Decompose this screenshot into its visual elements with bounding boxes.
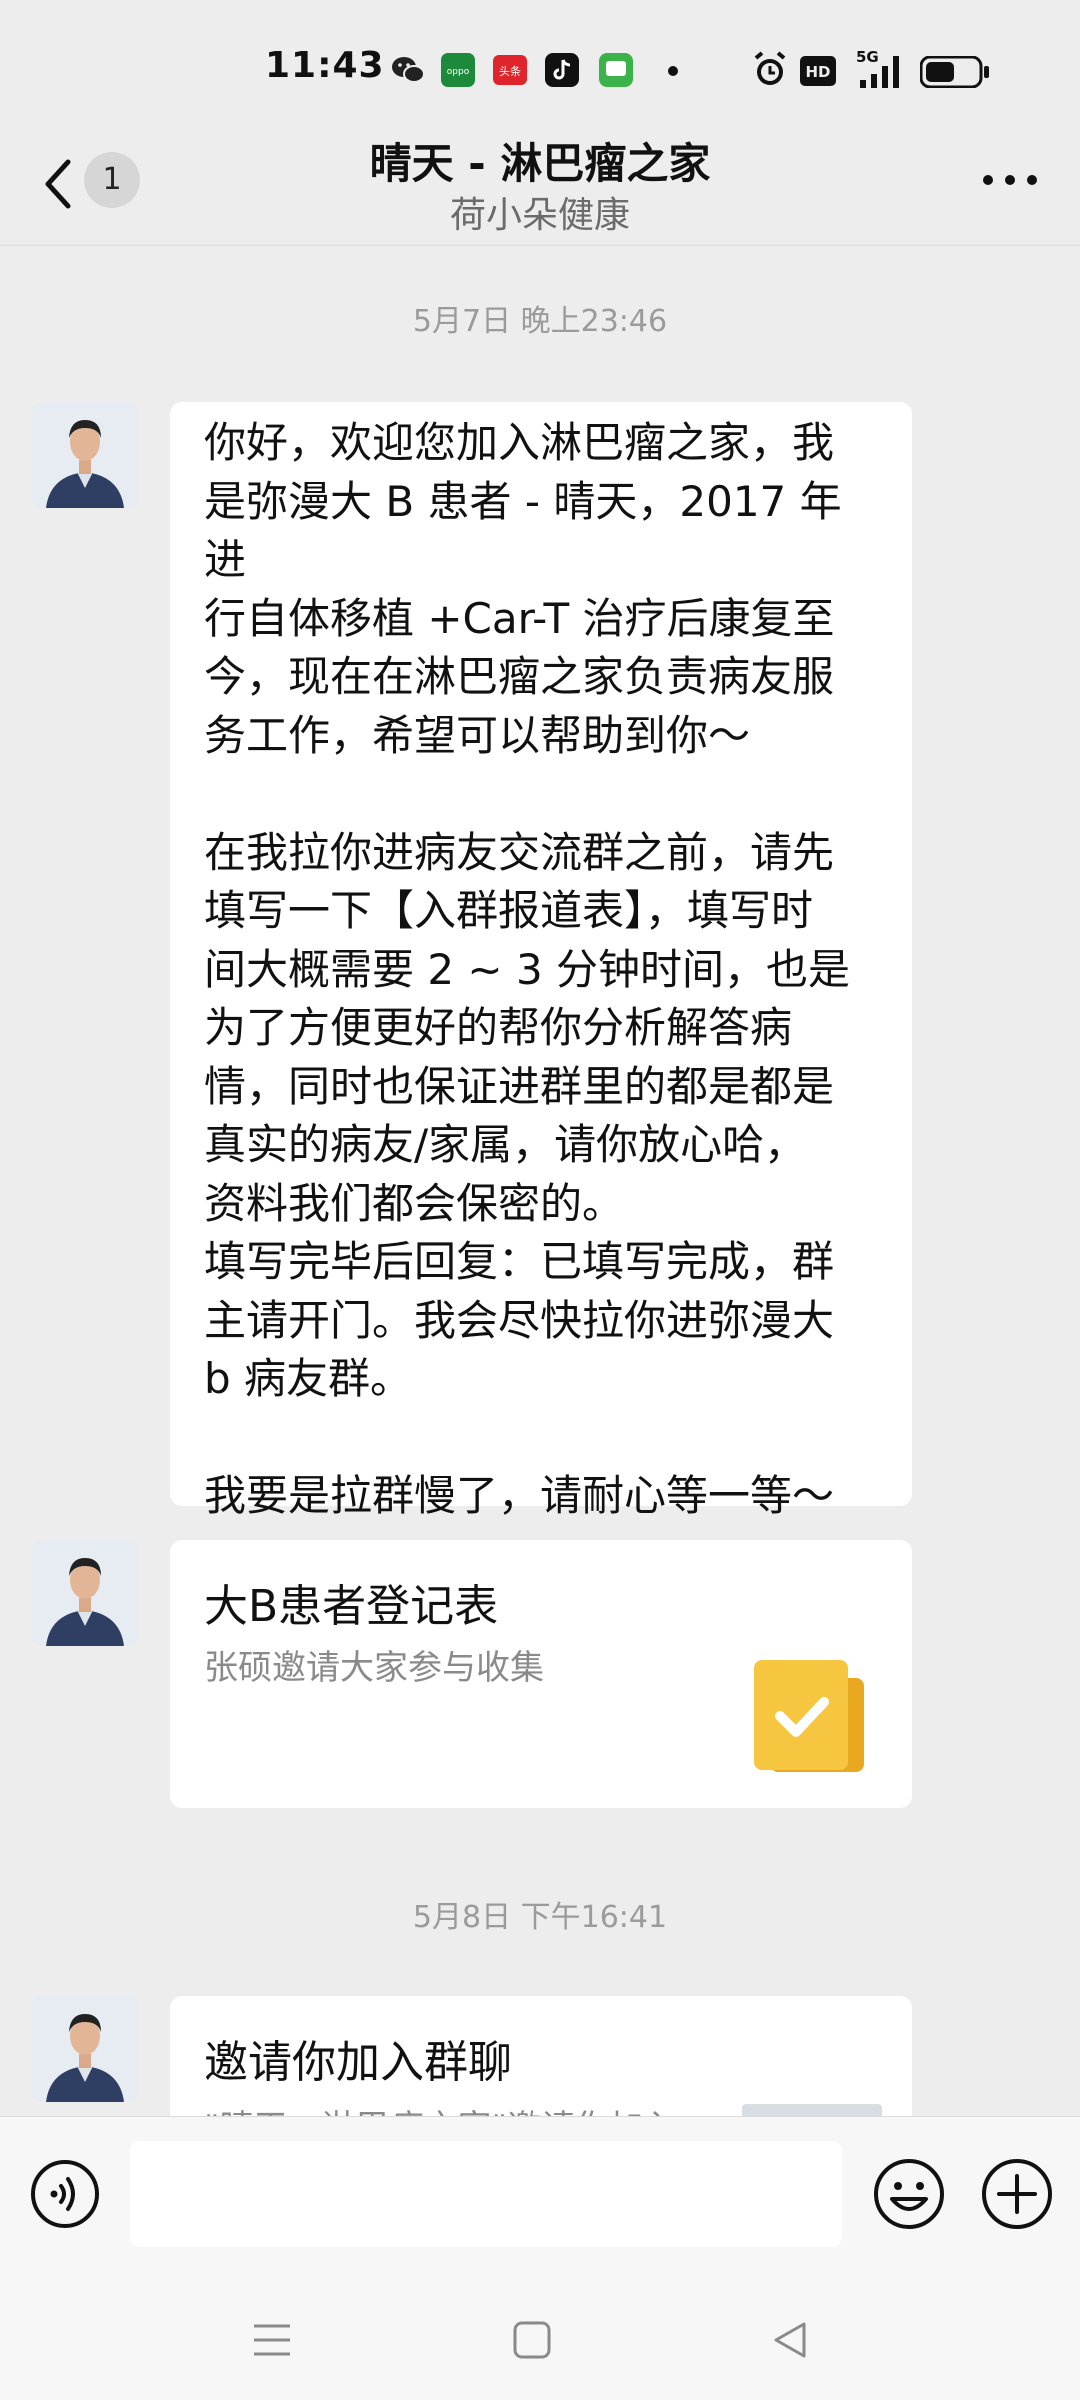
avatar-person-icon xyxy=(32,1996,138,2102)
alarm-icon xyxy=(754,51,786,85)
notification-dot xyxy=(668,66,678,76)
emoji-icon[interactable] xyxy=(872,2157,946,2231)
oppo-label: oppo xyxy=(447,67,470,77)
messages-icon xyxy=(599,53,633,87)
chat-title: 晴天 - 淋巴瘤之家 xyxy=(369,139,711,188)
invite-thumbnail xyxy=(742,2104,882,2116)
hd-icon: HD xyxy=(800,56,836,86)
form-check-icon xyxy=(754,1660,864,1772)
message-list[interactable]: 5月7日 晚上23:46 你好，欢迎您加入淋巴瘤之家，我 是弥漫大 B 患者 -… xyxy=(0,246,1080,2116)
more-options-icon[interactable] xyxy=(980,170,1040,190)
tiktok-icon xyxy=(545,53,579,87)
invite-title: 邀请你加入群聊 xyxy=(204,2037,512,2088)
avatar[interactable] xyxy=(32,402,138,508)
battery-icon xyxy=(920,56,989,88)
avatar-person-icon xyxy=(32,1540,138,1646)
menu-nav-icon[interactable] xyxy=(252,2320,292,2360)
card-description: 张硕邀请大家参与收集 xyxy=(204,1648,544,1688)
wechat-icon xyxy=(392,57,425,83)
toutiao-label: 头条 xyxy=(499,64,521,78)
home-nav-icon[interactable] xyxy=(512,2320,552,2360)
signal-5g-icon: 5G xyxy=(856,48,899,88)
network-label: 5G xyxy=(856,48,879,66)
avatar[interactable] xyxy=(32,1996,138,2102)
voice-input-icon[interactable] xyxy=(30,2159,100,2229)
invite-description: "晴天 - 淋巴瘤之家"邀请你加入 xyxy=(204,2100,677,2116)
status-bar: 11:43 oppo 头条 HD 5G xyxy=(0,0,1080,140)
chat-header: 1 晴天 - 淋巴瘤之家 荷小朵健康 xyxy=(0,120,1080,246)
avatar-person-icon xyxy=(32,402,138,508)
message-bubble[interactable]: 你好，欢迎您加入淋巴瘤之家，我 是弥漫大 B 患者 - 晴天，2017 年进 行… xyxy=(170,402,912,1520)
input-bar xyxy=(0,2116,1080,2277)
toutiao-icon: 头条 xyxy=(493,55,527,85)
back-nav-icon[interactable] xyxy=(770,2320,810,2360)
oppo-icon: oppo xyxy=(441,53,475,87)
timestamp: 5月7日 晚上23:46 xyxy=(412,304,668,339)
timestamp: 5月8日 下午16:41 xyxy=(412,1900,668,1935)
hd-label: HD xyxy=(805,63,830,81)
message-text: 你好，欢迎您加入淋巴瘤之家，我 是弥漫大 B 患者 - 晴天，2017 年进 行… xyxy=(204,418,851,1520)
form-card[interactable]: 大B患者登记表 张硕邀请大家参与收集 xyxy=(170,1540,912,1808)
status-time: 11:43 xyxy=(265,45,385,86)
avatar[interactable] xyxy=(32,1540,138,1646)
chat-subtitle: 荷小朵健康 xyxy=(449,195,630,236)
system-nav-bar xyxy=(0,2276,1080,2400)
card-title: 大B患者登记表 xyxy=(204,1581,499,1632)
message-input[interactable] xyxy=(130,2141,842,2247)
plus-more-icon[interactable] xyxy=(980,2157,1054,2231)
group-invite-card[interactable]: 邀请你加入群聊 "晴天 - 淋巴瘤之家"邀请你加入 xyxy=(170,1996,912,2116)
